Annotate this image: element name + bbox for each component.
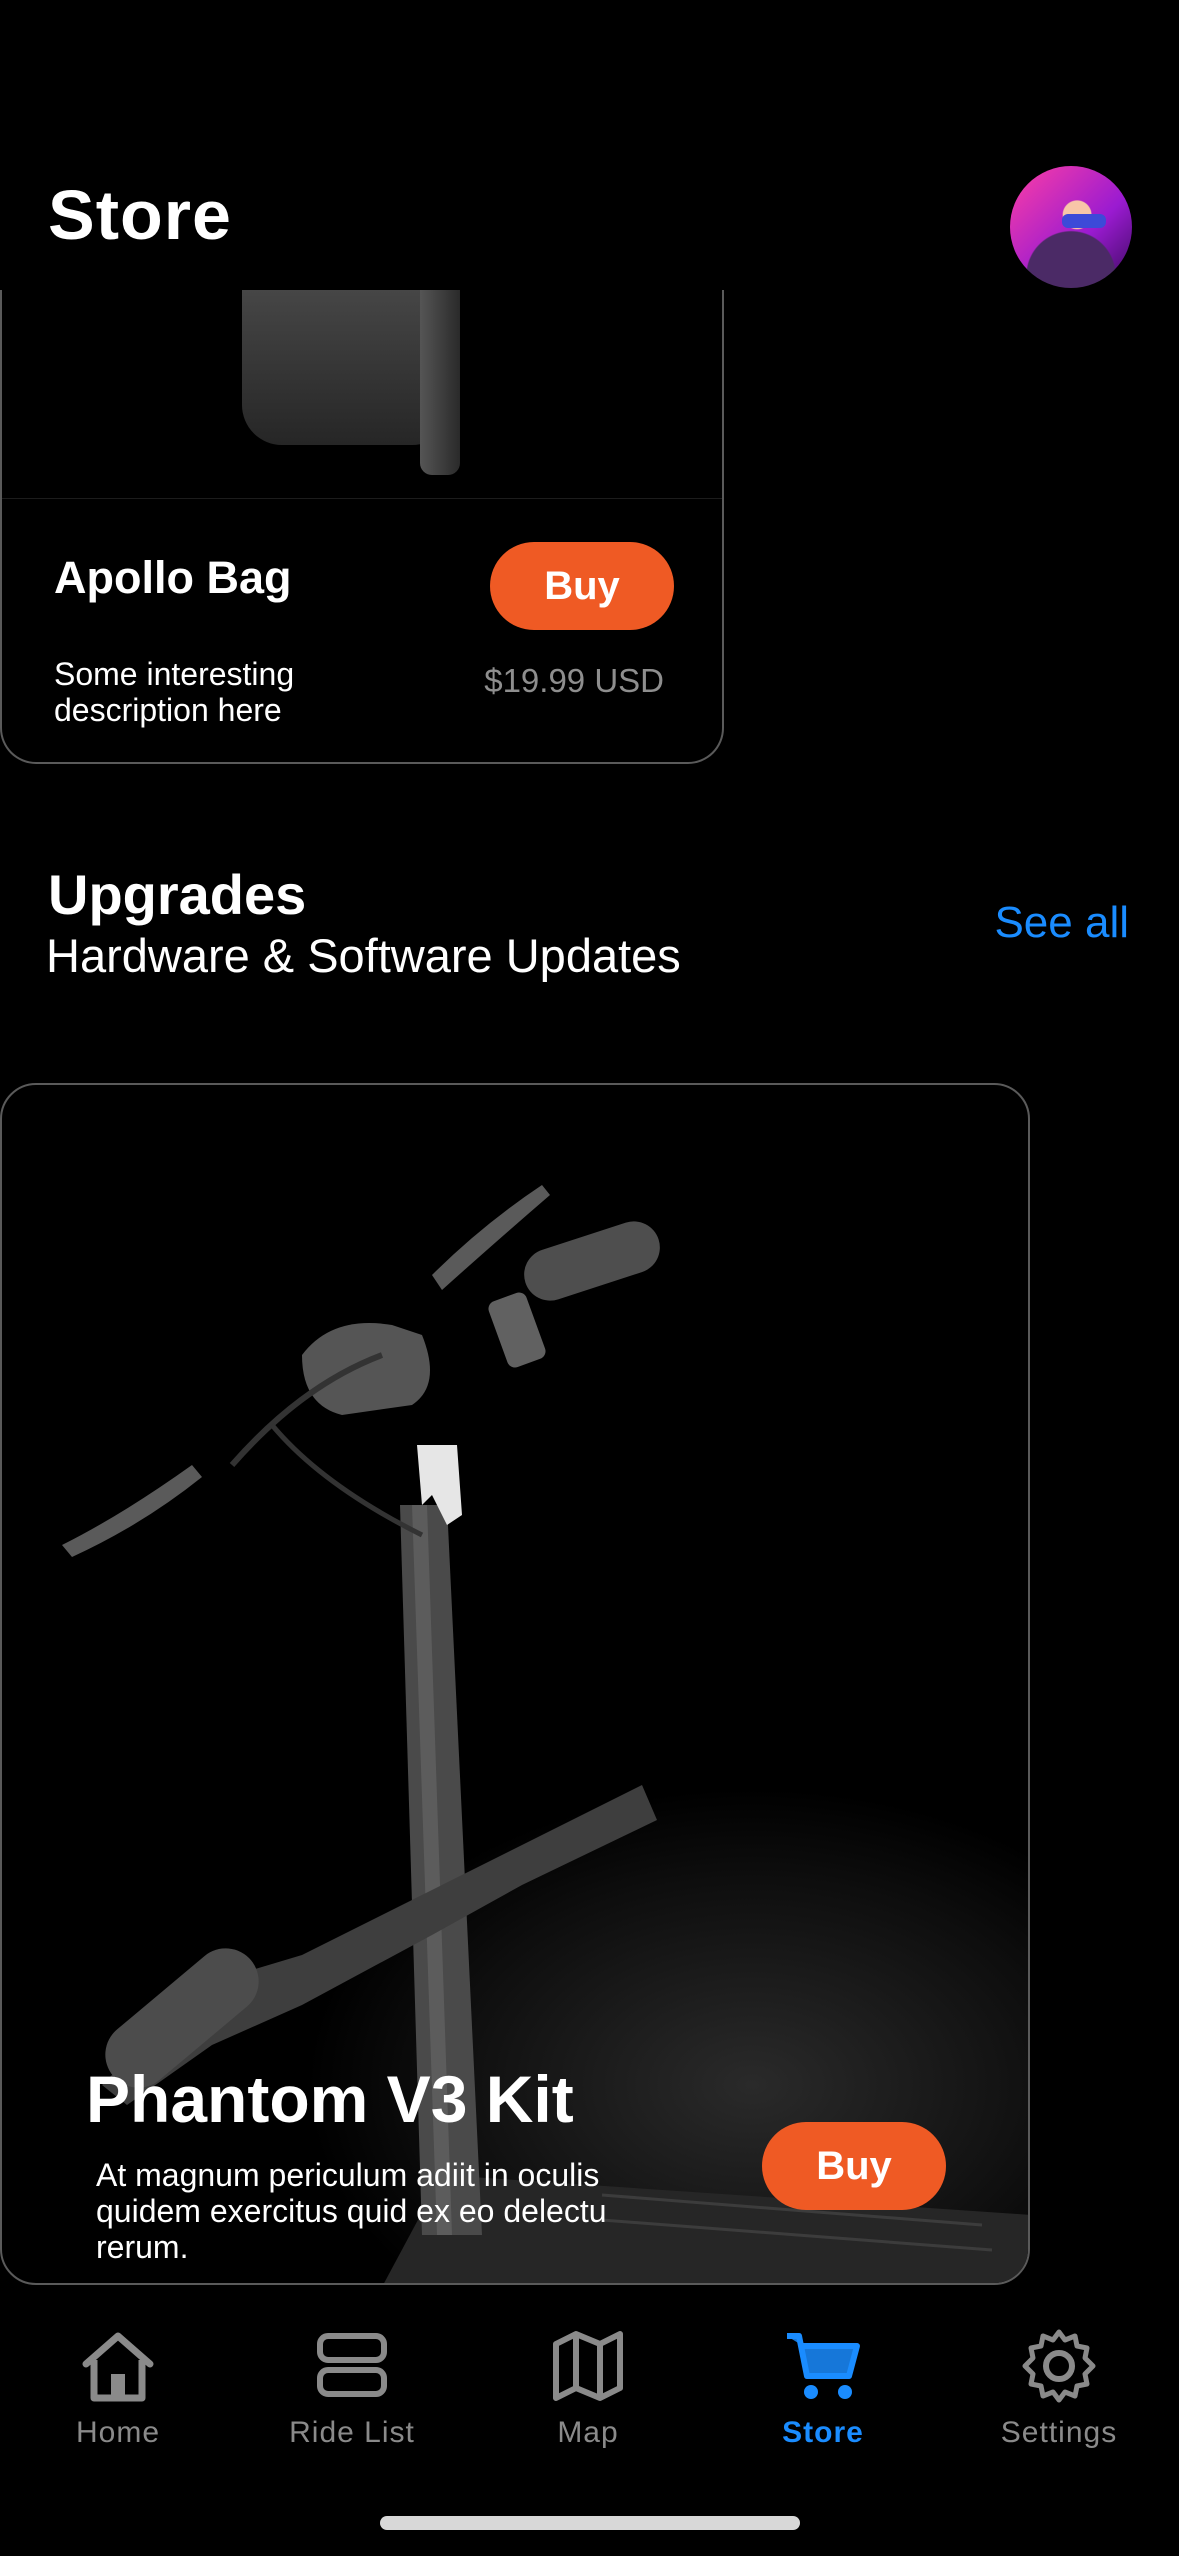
tab-label: Ride List (289, 2416, 415, 2449)
tab-store[interactable]: Store (705, 2326, 941, 2450)
list-icon (317, 2333, 387, 2397)
tab-label: Store (782, 2416, 864, 2449)
buy-button[interactable]: Buy (490, 542, 674, 630)
page-title: Store (48, 176, 232, 254)
product-name: Apollo Bag (54, 552, 292, 603)
product-card-apollo-bag[interactable]: Apollo Bag Buy Some interesting descript… (0, 290, 724, 764)
home-icon (82, 2332, 154, 2402)
section-title: Upgrades (48, 863, 307, 926)
avatar[interactable] (1010, 166, 1132, 288)
buy-button[interactable]: Buy (762, 2122, 946, 2210)
product-price: $19.99 USD (484, 662, 664, 699)
tab-settings[interactable]: Settings (941, 2326, 1177, 2450)
product-image (2, 290, 722, 499)
product-description: At magnum periculum adiit in oculis quid… (96, 2157, 607, 2265)
scooter-pole (420, 290, 460, 475)
product-name: Phantom V3 Kit (86, 2062, 574, 2136)
section-subtitle: Hardware & Software Updates (46, 929, 681, 982)
map-icon (553, 2331, 623, 2401)
tab-ride-list[interactable]: Ride List (234, 2326, 470, 2450)
tab-label: Home (75, 2416, 161, 2449)
tab-home[interactable]: Home (0, 2326, 236, 2450)
tab-label: Settings (1000, 2416, 1118, 2449)
cart-icon (787, 2333, 860, 2399)
home-indicator[interactable] (380, 2516, 800, 2530)
avatar-glasses (1062, 214, 1106, 228)
product-description: Some interesting description here (54, 656, 295, 728)
gear-icon (1022, 2329, 1096, 2403)
see-all-link[interactable]: See all (994, 898, 1129, 948)
tab-label: Map (557, 2416, 619, 2449)
product-card-phantom-v3-kit[interactable]: Phantom V3 Kit At magnum periculum adiit… (0, 1083, 1030, 2285)
tab-map[interactable]: Map (470, 2326, 706, 2450)
